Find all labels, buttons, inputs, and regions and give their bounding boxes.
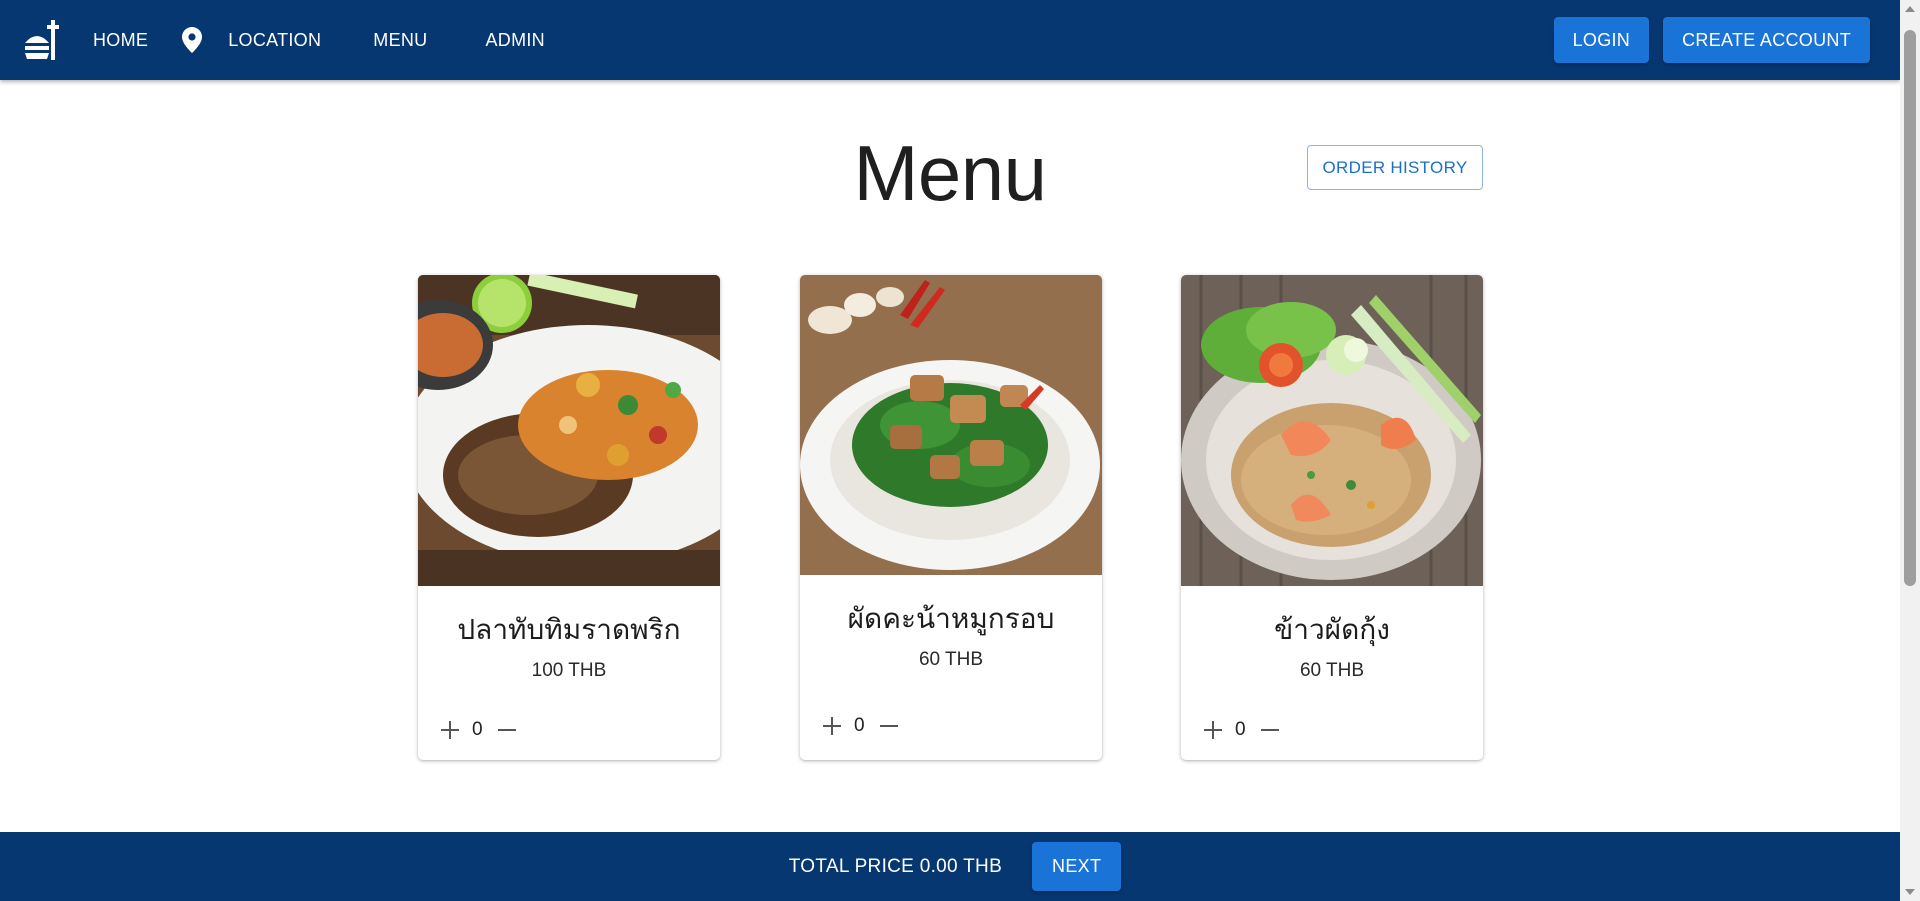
checkout-bar: TOTAL PRICE 0.00 THB NEXT [0, 832, 1900, 901]
nav-admin[interactable]: ADMIN [485, 30, 545, 51]
scrollbar[interactable] [1900, 0, 1920, 901]
total-price: TOTAL PRICE 0.00 THB [788, 855, 1003, 877]
auth-actions: LOGIN CREATE ACCOUNT [1553, 17, 1870, 63]
food-serving-icon[interactable] [23, 19, 65, 61]
item-name: ผัดคะน้าหมูกรอบ [847, 602, 1055, 635]
minus-icon[interactable] [495, 718, 519, 742]
next-button[interactable]: NEXT [1032, 842, 1122, 891]
item-price: 100 THB [531, 660, 607, 681]
scroll-down-icon[interactable] [1905, 889, 1915, 895]
minus-icon[interactable] [1258, 718, 1282, 742]
nav-home[interactable]: HOME [93, 30, 148, 51]
order-history-button[interactable]: ORDER HISTORY [1307, 145, 1483, 190]
minus-icon[interactable] [877, 714, 901, 738]
page-title: Menu [853, 129, 1047, 217]
menu-card: ปลาทับทิมราดพริก 100 THB 0 [418, 275, 720, 760]
item-price: 60 THB [1299, 660, 1365, 681]
item-price: 60 THB [918, 649, 984, 670]
create-account-button[interactable]: CREATE ACCOUNT [1663, 17, 1870, 63]
quantity-value: 0 [472, 719, 483, 740]
menu-card: ข้าวผัดกุ้ง 60 THB 0 [1181, 275, 1483, 760]
plus-icon[interactable] [1201, 718, 1225, 742]
quantity-stepper: 0 [1201, 718, 1282, 742]
item-name: ปลาทับทิมราดพริก [457, 613, 681, 646]
item-name: ข้าวผัดกุ้ง [1274, 613, 1390, 646]
top-app-bar: HOME LOCATION MENU ADMIN LOGIN CREATE AC… [0, 0, 1900, 80]
food-image [418, 275, 720, 586]
plus-icon[interactable] [438, 718, 462, 742]
food-image [800, 275, 1102, 575]
menu-page: HOME LOCATION MENU ADMIN LOGIN CREATE AC… [0, 0, 1920, 901]
main-nav: HOME LOCATION MENU ADMIN [93, 27, 545, 53]
scroll-up-icon[interactable] [1905, 6, 1915, 12]
quantity-value: 0 [854, 715, 865, 736]
plus-icon[interactable] [820, 714, 844, 738]
nav-location[interactable]: LOCATION [228, 30, 321, 51]
scroll-thumb[interactable] [1904, 30, 1916, 586]
menu-card: ผัดคะน้าหมูกรอบ 60 THB 0 [800, 275, 1102, 760]
quantity-stepper: 0 [438, 718, 519, 742]
nav-menu[interactable]: MENU [373, 30, 427, 51]
food-image [1181, 275, 1483, 586]
quantity-value: 0 [1235, 719, 1246, 740]
location-pin-icon [182, 27, 203, 53]
login-button[interactable]: LOGIN [1553, 17, 1650, 63]
quantity-stepper: 0 [820, 714, 901, 738]
